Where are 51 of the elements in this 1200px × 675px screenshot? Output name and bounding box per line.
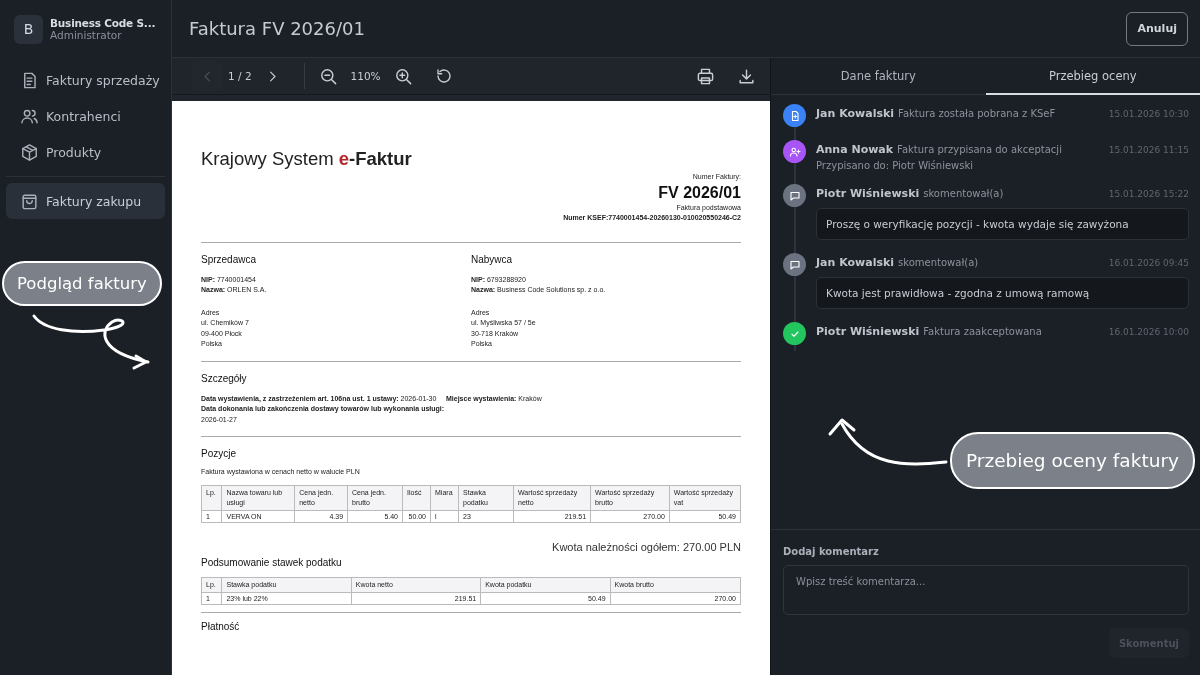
event-action: Faktura została pobrana z KSeF [898, 108, 1056, 119]
user-role: Administrator [50, 29, 123, 41]
callout-bubble: Podgląd faktury [2, 261, 162, 306]
event-action: Faktura przypisana do akceptacji [897, 144, 1062, 155]
event-author: Jan Kowalski [816, 107, 895, 120]
tab[interactable]: Dane faktury [771, 58, 986, 95]
zoom-out-icon[interactable] [318, 66, 338, 86]
sidebar-item[interactable]: Faktury sprzedaży [6, 62, 165, 98]
comment-bubble: Kwota jest prawidłowa - zgodna z umową ramową [816, 277, 1189, 309]
event-time: 15.01.2026 10:30 [1108, 109, 1189, 119]
reset-icon[interactable] [434, 67, 453, 85]
event-author: Piotr Wiśniewski [816, 187, 920, 200]
box-icon [20, 142, 39, 162]
sidebar-item[interactable]: Produkty [6, 134, 165, 170]
event-time: 16.01.2026 10:00 [1108, 327, 1189, 337]
document-title: Krajowy System e-Faktur [201, 148, 413, 170]
print-icon[interactable] [696, 66, 715, 86]
comment-label: Dodaj komentarz [783, 546, 880, 557]
sidebar-item[interactable]: Faktury zakupu [6, 183, 165, 219]
event-time: 15.01.2026 11:15 [1108, 145, 1189, 155]
sidebar-item[interactable]: Kontrahenci [6, 98, 165, 134]
zoom-in-icon[interactable] [393, 66, 413, 86]
cancel-button[interactable]: Anuluj [1126, 11, 1188, 46]
section-heading: Pozycje [201, 447, 237, 460]
zoom-level: 110% [349, 70, 382, 82]
comment-field[interactable]: Wpisz treść komentarza... [783, 565, 1189, 615]
event-action: Faktura zaakceptowana [923, 326, 1042, 337]
event-detail: Przypisano do: Piotr Wiśniewski [816, 160, 975, 171]
comment-bubble: Proszę o weryfikację pozycji - kwota wydaje się zawyżona [816, 208, 1189, 240]
section-heading: Płatność [201, 619, 241, 633]
event-time: 15.01.2026 15:22 [1108, 189, 1189, 199]
section-heading: Nabywca [471, 252, 514, 266]
event-author: Jan Kowalski [816, 256, 895, 269]
company-name: Business Code S... [50, 17, 156, 29]
page-indicator: 1 / 2 [227, 70, 253, 82]
shopping-bag-icon [20, 191, 39, 211]
tab[interactable]: Przebieg oceny [985, 58, 1200, 95]
section-heading: Szczegóły [201, 371, 248, 385]
download-icon[interactable] [737, 66, 756, 86]
callout-bubble: Przebieg oceny faktury [950, 432, 1195, 489]
total-amount: Kwota należności ogółem: 270.00 PLN [551, 539, 741, 554]
avatar: B [14, 14, 43, 44]
event-action: skomentował(a) [923, 188, 1004, 199]
event-time: 16.01.2026 09:45 [1108, 258, 1189, 268]
event-author: Piotr Wiśniewski [816, 325, 920, 338]
section-heading: Podsumowanie stawek podatku [201, 555, 343, 569]
event-author: Anna Nowak [816, 143, 894, 156]
page-title: Faktura FV 2026/01 [189, 18, 365, 39]
section-heading: Sprzedawca [201, 252, 258, 266]
invoice-number: FV 2026/01 [657, 182, 741, 203]
event-action: skomentował(a) [898, 257, 979, 268]
